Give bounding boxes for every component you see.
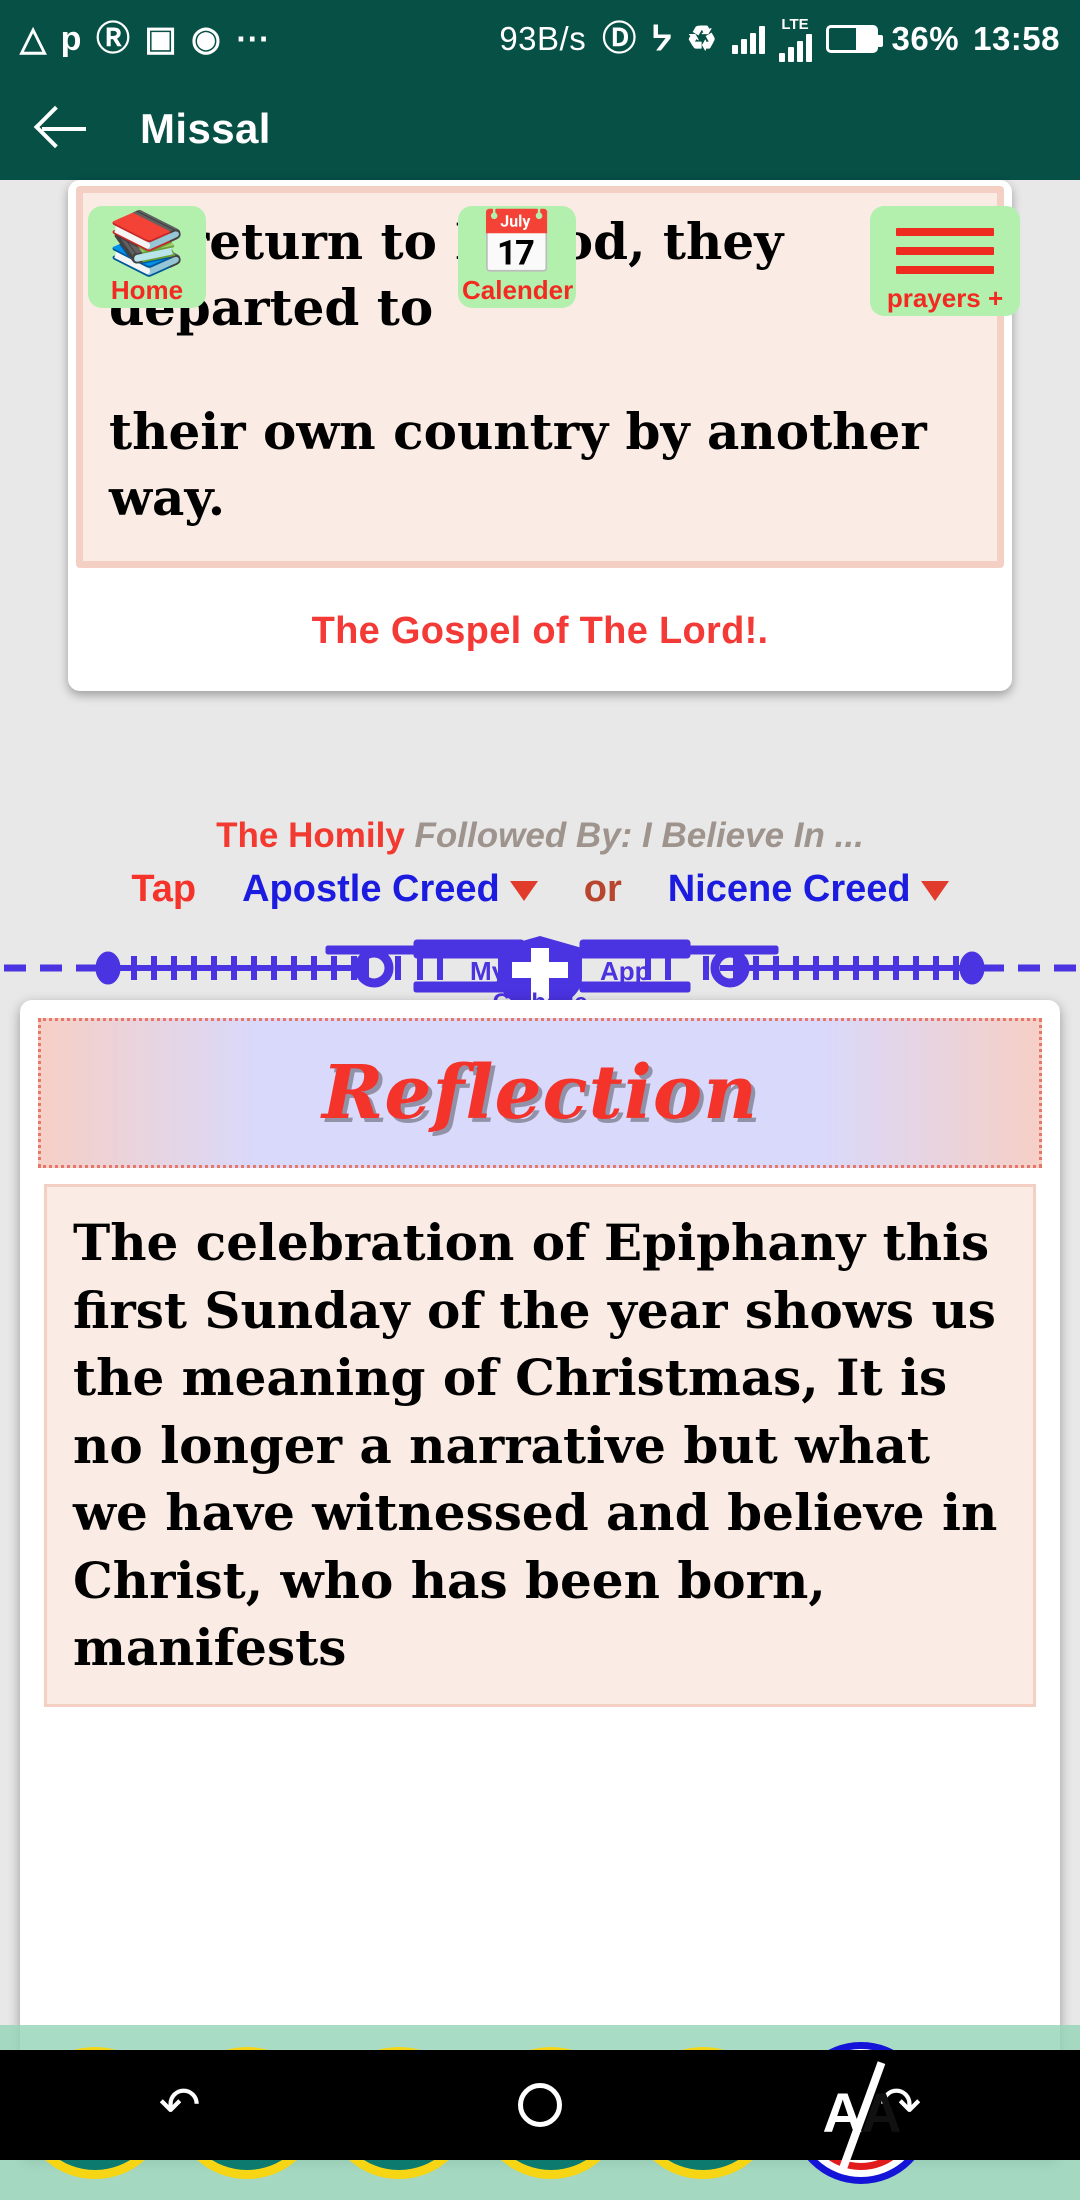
- vibrate-off-icon: ♻: [686, 20, 718, 58]
- chevron-down-icon: [509, 880, 538, 901]
- calendar-icon: 📅: [478, 209, 556, 278]
- gospel-verse-line-2: their own country by another way.: [109, 402, 927, 527]
- triangle-alert-icon: △: [20, 20, 47, 58]
- quick-button-prayers-label: prayers +: [886, 283, 1004, 313]
- lte-label: LTE: [781, 15, 809, 33]
- reflection-card: Reflection The celebration of Epiphany t…: [20, 1000, 1060, 2160]
- books-icon: 📚: [108, 209, 186, 278]
- reflection-text: The celebration of Epiphany this first S…: [73, 1213, 998, 1677]
- gospel-closing: The Gospel of The Lord!.: [311, 610, 769, 652]
- app-bar: Missal: [0, 78, 1080, 180]
- more-dots-icon: ⋯: [235, 20, 273, 58]
- network-speed: 93B/s: [499, 20, 587, 57]
- quick-button-calendar[interactable]: 📅 Calender: [458, 206, 576, 308]
- hotspot-icon: Ⓓ: [602, 20, 637, 58]
- bluetooth-icon: ᔭ: [650, 20, 673, 58]
- nicene-creed-label: Nicene Creed: [667, 868, 911, 910]
- or-label: or: [583, 868, 622, 910]
- battery-icon: [825, 25, 883, 53]
- homily-line: The Homily Followed By: I Believe In ...: [0, 816, 1080, 856]
- nav-home-button[interactable]: [517, 2083, 562, 2127]
- divider-right-text: App: [600, 956, 651, 986]
- quick-button-calendar-label: Calender: [462, 275, 574, 305]
- homily-block: The Homily Followed By: I Believe In ...: [0, 816, 1080, 856]
- nicene-creed-button[interactable]: Nicene Creed: [668, 868, 949, 911]
- signal-bars-icon: [731, 24, 765, 54]
- battery-percent: 36%: [891, 20, 960, 57]
- scroll-content[interactable]: to return to Herod, they departed to the…: [0, 180, 1080, 2200]
- quick-button-home-label: Home: [110, 275, 184, 305]
- nav-back-button[interactable]: ↶: [159, 2080, 201, 2130]
- apostle-creed-button[interactable]: Apostle Creed: [242, 868, 538, 911]
- homily-subtitle: Followed By: I Believe In ...: [414, 816, 864, 855]
- quick-button-home[interactable]: 📚 Home: [88, 206, 206, 308]
- image-icon: ▣: [144, 20, 178, 58]
- record-icon: ◉: [191, 20, 222, 58]
- apostle-creed-label: Apostle Creed: [242, 868, 500, 910]
- creed-row: Tap Apostle Creed or Nicene Creed: [0, 868, 1080, 911]
- reflection-heading: Reflection: [321, 1050, 759, 1136]
- homily-title: The Homily: [216, 816, 405, 855]
- quick-button-prayers[interactable]: prayers +: [870, 206, 1020, 316]
- lte-signal-icon: LTE: [778, 15, 812, 62]
- clock: 13:58: [973, 20, 1060, 57]
- back-arrow-icon[interactable]: [40, 105, 88, 153]
- chevron-down-icon: [920, 880, 949, 901]
- reflection-header: Reflection: [38, 1018, 1042, 1168]
- menu-icon: [874, 212, 1016, 284]
- reflection-body: The celebration of Epiphany this first S…: [44, 1184, 1036, 1707]
- system-nav-bar: ↶ ↷: [0, 2050, 1080, 2160]
- page-title: Missal: [140, 105, 271, 152]
- status-bar: △ p Ⓡ ▣ ◉ ⋯ 93B/s Ⓓ ᔭ ♻ LTE 36% 13:58: [0, 0, 1080, 78]
- p-icon: p: [60, 20, 82, 58]
- tap-label: Tap: [131, 868, 197, 910]
- bitcoin-circle-icon: Ⓡ: [95, 20, 131, 58]
